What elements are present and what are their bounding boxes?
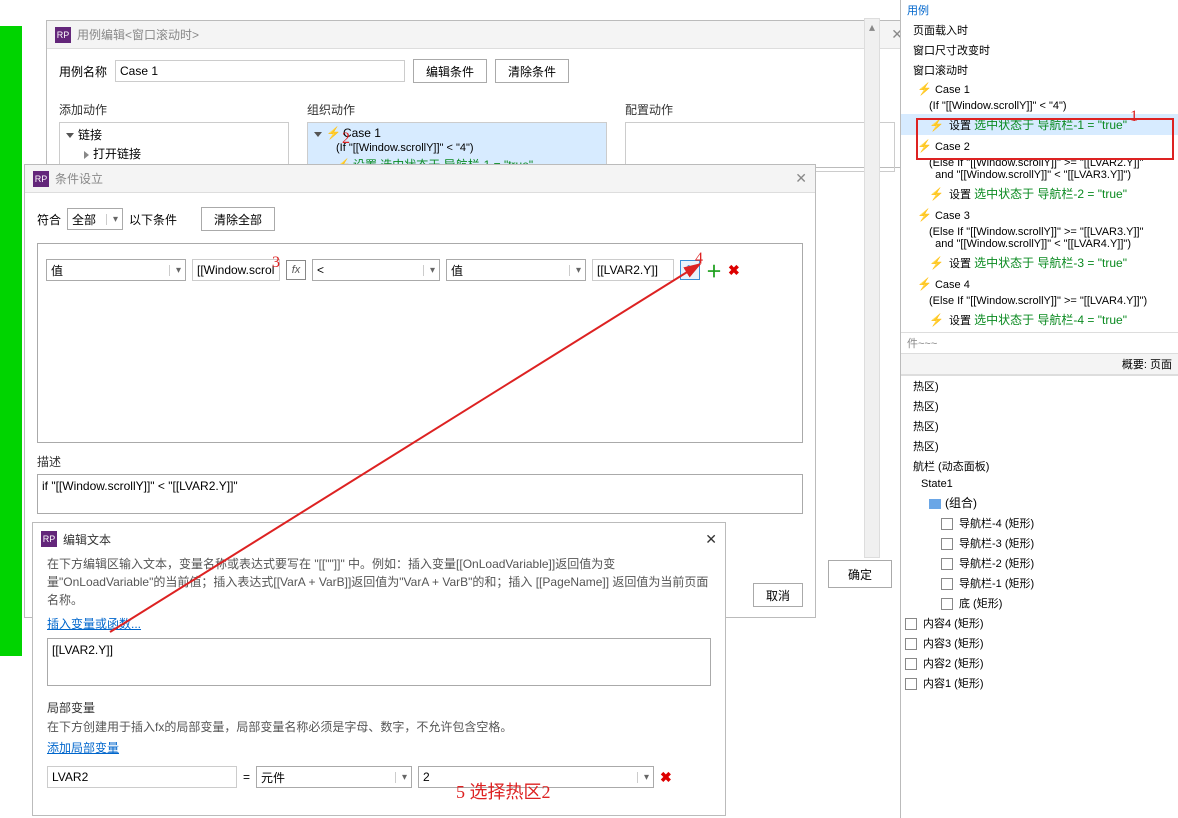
outline-nav-item[interactable]: 导航栏-2 (矩形) bbox=[901, 553, 1178, 573]
outline-content-item[interactable]: 内容2 (矩形) bbox=[901, 653, 1178, 673]
cond-right-value[interactable] bbox=[592, 259, 674, 281]
match-scope-select[interactable]: 全部▾ bbox=[67, 208, 123, 230]
desc-text: if "[[Window.scrollY]]" < "[[LVAR2.Y]]" bbox=[37, 474, 803, 514]
add-action-label: 添加动作 bbox=[59, 101, 289, 118]
checkbox-icon[interactable] bbox=[941, 538, 953, 550]
delete-local-var-icon[interactable]: ✖ bbox=[660, 769, 672, 786]
org-action-label: 组织动作 bbox=[307, 101, 607, 118]
edit-condition-button[interactable]: 编辑条件 bbox=[413, 59, 487, 83]
outline-content-item[interactable]: 内容1 (矩形) bbox=[901, 673, 1178, 693]
outline-state[interactable]: State1 bbox=[901, 476, 1178, 492]
case-condition: (Else If "[[Window.scrollY]]" >= "[[LVAR… bbox=[901, 224, 1178, 252]
delete-condition-icon[interactable]: ✖ bbox=[728, 262, 740, 279]
local-var-source[interactable]: 元件▾ bbox=[256, 766, 412, 788]
outline-nav-item[interactable]: 导航栏-4 (矩形) bbox=[901, 513, 1178, 533]
text-editor-help: 在下方编辑区输入文本，变量名称或表达式要写在 "[[""]]" 中。例如：插入变… bbox=[47, 555, 711, 609]
outline-item[interactable]: 热区) bbox=[901, 436, 1178, 456]
checkbox-icon[interactable] bbox=[941, 518, 953, 530]
cond-left-value[interactable] bbox=[192, 259, 280, 281]
local-var-help: 在下方创建用于插入fx的局部变量，局部变量名称必须是字母、数字，不允许包含空格。 bbox=[47, 718, 711, 735]
more-label: 件~~~ bbox=[901, 332, 1178, 353]
outline-item[interactable]: 热区) bbox=[901, 376, 1178, 396]
case-tree-case[interactable]: ⚡Case 1 bbox=[310, 125, 604, 141]
text-editor-title: 编辑文本 bbox=[63, 531, 705, 548]
checkbox-icon[interactable] bbox=[905, 658, 917, 670]
checkbox-icon[interactable] bbox=[941, 598, 953, 610]
outline-group[interactable]: (组合) bbox=[901, 492, 1178, 513]
rp-logo-icon: RP bbox=[41, 531, 57, 547]
condition-dialog-title: 条件设立 bbox=[55, 170, 795, 187]
insert-var-link[interactable]: 插入变量或函数... bbox=[47, 617, 141, 631]
checkbox-icon[interactable] bbox=[941, 558, 953, 570]
case-name-label: 用例名称 bbox=[59, 63, 107, 80]
outline-nav-item[interactable]: 导航栏-1 (矩形) bbox=[901, 573, 1178, 593]
fx-icon-right[interactable]: fx bbox=[680, 260, 700, 280]
local-var-label: 局部变量 bbox=[47, 699, 711, 716]
case-action[interactable]: ⚡ 设置 选中状态于 导航栏-2 = "true" bbox=[901, 183, 1178, 204]
case-name[interactable]: ⚡Case 4 bbox=[901, 275, 1178, 293]
rp-logo-icon: RP bbox=[55, 27, 71, 43]
config-action-label: 配置动作 bbox=[625, 101, 895, 118]
case-action[interactable]: ⚡ 设置 选中状态于 导航栏-3 = "true" bbox=[901, 252, 1178, 273]
folder-icon bbox=[929, 499, 941, 509]
outline-nav-item[interactable]: 导航栏-3 (矩形) bbox=[901, 533, 1178, 553]
rp-logo-icon: RP bbox=[33, 171, 49, 187]
summary-label: 概要: 页面 bbox=[901, 353, 1178, 375]
text-editor-value[interactable]: [[LVAR2.Y]] bbox=[47, 638, 711, 686]
checkbox-icon[interactable] bbox=[905, 618, 917, 630]
local-var-name[interactable] bbox=[47, 766, 237, 788]
outline-item[interactable]: 热区) bbox=[901, 396, 1178, 416]
checkbox-icon[interactable] bbox=[905, 638, 917, 650]
text-editor-dialog: RP 编辑文本 ✕ 在下方编辑区输入文本，变量名称或表达式要写在 "[[""]]… bbox=[32, 522, 726, 816]
case-tree-cond[interactable]: (If "[[Window.scrollY]]" < "4") bbox=[310, 141, 604, 155]
tree-open-link[interactable]: 打开链接 bbox=[62, 144, 286, 163]
equals-label: = bbox=[243, 770, 250, 784]
close-icon[interactable]: ✕ bbox=[795, 170, 807, 187]
cond-left-type[interactable]: 值▾ bbox=[46, 259, 186, 281]
right-panel: 用例 页面载入时 窗口尺寸改变时 窗口滚动时 ⚡Case 1(If "[[Win… bbox=[900, 0, 1178, 818]
outline-item[interactable]: 航栏 (动态面板) bbox=[901, 456, 1178, 476]
scrollbar[interactable]: ▴ bbox=[864, 18, 880, 558]
desc-label: 描述 bbox=[37, 453, 803, 470]
close-icon[interactable]: ✕ bbox=[705, 531, 717, 548]
add-local-var-link[interactable]: 添加局部变量 bbox=[47, 741, 119, 755]
outline-nav-item[interactable]: 底 (矩形) bbox=[901, 593, 1178, 613]
outline-content-item[interactable]: 内容4 (矩形) bbox=[901, 613, 1178, 633]
case-name[interactable]: ⚡Case 1 bbox=[901, 80, 1178, 98]
checkbox-icon[interactable] bbox=[941, 578, 953, 590]
event-item[interactable]: 页面载入时 bbox=[901, 20, 1178, 40]
clear-condition-button[interactable]: 清除条件 bbox=[495, 59, 569, 83]
case-editor-window: RP 用例编辑<窗口滚动时> ✕ 用例名称 编辑条件 清除条件 添加动作 链接 … bbox=[46, 20, 912, 168]
add-condition-icon[interactable]: ＋ bbox=[706, 258, 722, 282]
outline-content-item[interactable]: 内容3 (矩形) bbox=[901, 633, 1178, 653]
case-condition: (Else If "[[Window.scrollY]]" >= "[[LVAR… bbox=[901, 155, 1178, 183]
case-action[interactable]: ⚡ 设置 选中状态于 导航栏-1 = "true" bbox=[901, 114, 1178, 135]
match-suffix: 以下条件 bbox=[129, 211, 177, 228]
case-condition: (If "[[Window.scrollY]]" < "4") bbox=[901, 98, 1178, 114]
right-top-link[interactable]: 用例 bbox=[901, 0, 1178, 20]
case-editor-title: 用例编辑<窗口滚动时> bbox=[77, 26, 891, 43]
green-side-strip bbox=[0, 26, 22, 656]
cond-operator[interactable]: <▾ bbox=[312, 259, 440, 281]
case-condition: (Else If "[[Window.scrollY]]" >= "[[LVAR… bbox=[901, 293, 1178, 309]
case-name-input[interactable] bbox=[115, 60, 405, 82]
clear-all-button[interactable]: 清除全部 bbox=[201, 207, 275, 231]
tree-link-group[interactable]: 链接 bbox=[62, 125, 286, 144]
case-action[interactable]: ⚡ 设置 选中状态于 导航栏-4 = "true" bbox=[901, 309, 1178, 330]
outline-item[interactable]: 热区) bbox=[901, 416, 1178, 436]
cond-cancel-button[interactable]: 取消 bbox=[753, 583, 803, 607]
event-item[interactable]: 窗口尺寸改变时 bbox=[901, 40, 1178, 60]
checkbox-icon[interactable] bbox=[905, 678, 917, 690]
case-name[interactable]: ⚡Case 2 bbox=[901, 137, 1178, 155]
match-label: 符合 bbox=[37, 211, 61, 228]
local-var-target[interactable]: 2▾ bbox=[418, 766, 654, 788]
fx-icon-left[interactable]: fx bbox=[286, 260, 306, 280]
ok-button[interactable]: 确定 bbox=[828, 560, 892, 588]
case-name[interactable]: ⚡Case 3 bbox=[901, 206, 1178, 224]
event-item[interactable]: 窗口滚动时 bbox=[901, 60, 1178, 80]
cond-right-type[interactable]: 值▾ bbox=[446, 259, 586, 281]
